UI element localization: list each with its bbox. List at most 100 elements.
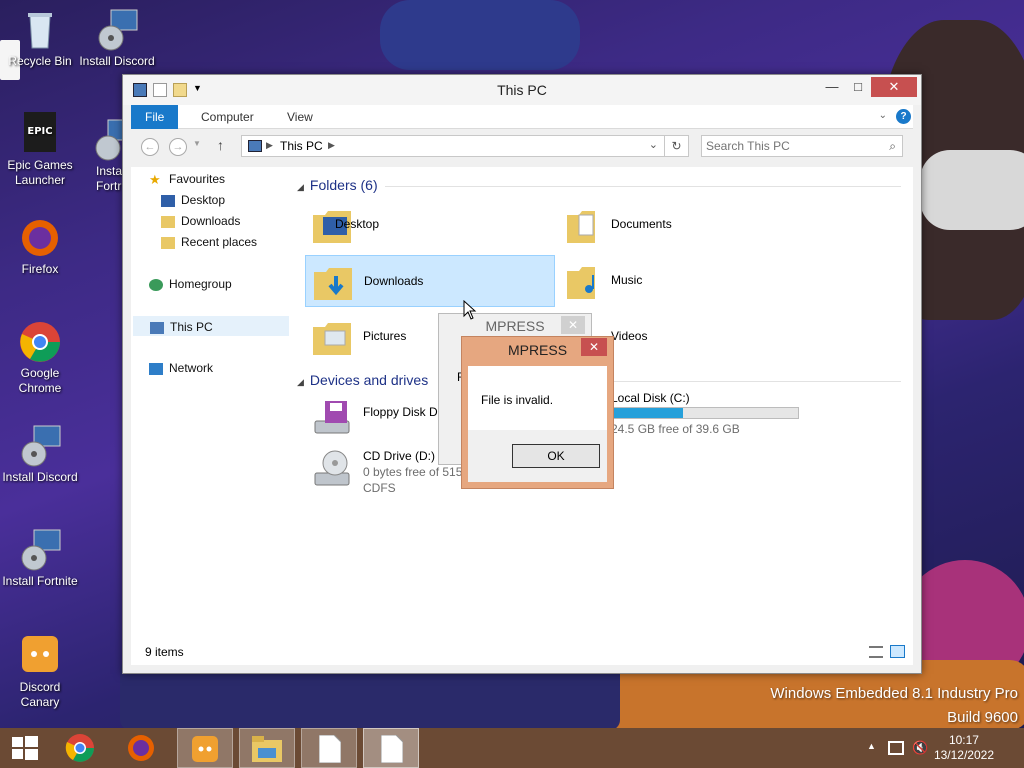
- dialog-body: File is invalid.: [468, 366, 607, 430]
- star-icon: ★: [149, 171, 161, 187]
- help-icon[interactable]: ?: [896, 109, 911, 124]
- nav-label: Downloads: [181, 214, 241, 228]
- address-text[interactable]: This PC: [280, 139, 323, 153]
- nav-label: Favourites: [169, 172, 226, 186]
- folder-label: Videos: [611, 329, 648, 343]
- desktop-icon-install-fortnite[interactable]: Install Fortnite: [0, 528, 80, 589]
- search-icon: ⌕: [889, 139, 896, 153]
- folder-label: Pictures: [363, 329, 407, 343]
- folder-label: Music: [611, 273, 643, 287]
- maximize-button[interactable]: □: [845, 77, 871, 97]
- nav-label: This PC: [170, 320, 213, 334]
- back-button[interactable]: ←: [141, 138, 159, 156]
- desktop-icon-chrome[interactable]: Google Chrome: [0, 320, 80, 396]
- group-header-devices[interactable]: ◢ Devices and drives: [297, 372, 428, 388]
- window-title: This PC: [497, 82, 547, 98]
- windows-logo-icon: [12, 736, 38, 760]
- address-dropdown-icon[interactable]: ⌄: [649, 138, 658, 151]
- collapse-icon: ◢: [297, 377, 304, 387]
- group-title: Devices and drives: [309, 372, 429, 388]
- desktop-icon-label: Epic Games Launcher: [7, 158, 73, 187]
- homegroup-icon: [149, 278, 163, 291]
- tray-overflow-icon[interactable]: ▲: [867, 741, 876, 751]
- os-watermark-line2: Build 9600: [947, 709, 1018, 726]
- group-title: Folders (6): [309, 177, 378, 193]
- desktop-icon-install-discord-2[interactable]: Install Discord: [0, 424, 80, 485]
- folder-desktop[interactable]: Desktop: [305, 199, 555, 251]
- nav-homegroup[interactable]: Homegroup: [149, 274, 232, 294]
- desktop-icon-label: Discord Canary: [19, 680, 61, 709]
- desktop-icon-discord-canary[interactable]: Discord Canary: [0, 634, 80, 710]
- installer-icon: [95, 8, 139, 52]
- desktop-icon: [161, 194, 175, 207]
- status-bar: 9 items: [131, 639, 913, 665]
- large-icons-view-icon[interactable]: [890, 645, 905, 658]
- window-titlebar[interactable]: ▼ This PC — □ ✕: [123, 75, 921, 105]
- drive-name: Local Disk (C:): [611, 391, 690, 405]
- nav-this-pc[interactable]: This PC: [133, 316, 289, 336]
- forward-button[interactable]: →: [169, 138, 187, 156]
- taskbar-clock[interactable]: 10:17 13/12/2022: [934, 733, 994, 763]
- group-header-folders[interactable]: ◢ Folders (6): [297, 177, 378, 193]
- nav-label: Recent places: [181, 235, 258, 249]
- folder-downloads[interactable]: Downloads: [305, 255, 555, 307]
- desktop-icon-label: Install Fortnite: [2, 574, 78, 588]
- taskbar-mpress-window[interactable]: [301, 728, 357, 768]
- start-button[interactable]: [0, 728, 56, 768]
- address-bar[interactable]: ▶ This PC ▶ ⌄: [241, 135, 665, 157]
- network-icon: [149, 362, 163, 375]
- computer-icon: [248, 140, 262, 152]
- taskbar-firefox[interactable]: [115, 728, 171, 768]
- folder-music[interactable]: Music: [559, 255, 809, 307]
- firefox-icon: [128, 735, 154, 761]
- drive-free-space: 0 bytes free of 515: [363, 465, 463, 479]
- nav-downloads[interactable]: Downloads: [161, 211, 240, 231]
- mpress-error-dialog[interactable]: MPRESS ✕ File is invalid. OK: [461, 336, 614, 489]
- minimize-button[interactable]: —: [819, 77, 845, 97]
- taskbar-file-explorer[interactable]: [239, 728, 295, 768]
- close-button[interactable]: ✕: [581, 338, 607, 356]
- up-button[interactable]: ↑: [217, 137, 224, 153]
- computer-icon: [150, 321, 164, 334]
- desktop-icon-firefox[interactable]: Firefox: [0, 216, 80, 277]
- tab-file[interactable]: File: [131, 105, 179, 129]
- firefox-icon: [18, 216, 62, 260]
- pictures-folder-icon: [313, 323, 351, 355]
- chevron-down-icon[interactable]: ⌄: [879, 110, 887, 121]
- group-divider: [385, 186, 901, 187]
- documents-folder-icon: [567, 211, 595, 243]
- refresh-button[interactable]: ↻: [665, 135, 689, 157]
- tab-computer[interactable]: Computer: [187, 105, 268, 129]
- nav-network[interactable]: Network: [149, 358, 213, 378]
- search-box[interactable]: ⌕: [701, 135, 903, 157]
- nav-favourites[interactable]: ★ Favourites: [149, 169, 225, 189]
- close-button[interactable]: ✕: [871, 77, 917, 97]
- desktop-icon-install-discord[interactable]: Install Discord: [77, 8, 157, 69]
- chrome-icon: [18, 320, 62, 364]
- desktop-icon-recycle-bin[interactable]: Recycle Bin: [0, 8, 80, 69]
- item-count: 9 items: [145, 645, 184, 659]
- drive-usage-fill: [612, 408, 683, 418]
- taskbar-mpress-dialog[interactable]: [363, 728, 419, 768]
- recent-locations-icon[interactable]: ▼: [193, 139, 201, 148]
- music-folder-icon: [567, 267, 595, 299]
- chevron-right-icon: ▶: [266, 140, 273, 150]
- nav-recent-places[interactable]: Recent places: [161, 232, 257, 252]
- search-input[interactable]: [706, 138, 876, 154]
- taskbar-discord[interactable]: [177, 728, 233, 768]
- tab-view[interactable]: View: [273, 105, 327, 129]
- close-button[interactable]: ✕: [561, 316, 585, 334]
- volume-muted-icon[interactable]: 🔇: [912, 740, 928, 756]
- desktop-icon-install-fortnite-partial[interactable]: Insta Fortr: [78, 118, 124, 194]
- folder-documents[interactable]: Documents: [559, 199, 809, 251]
- taskbar-chrome[interactable]: [54, 728, 110, 768]
- desktop-icon-epic-games[interactable]: EPIC Epic Games Launcher: [0, 112, 80, 188]
- network-tray-icon[interactable]: [888, 741, 904, 755]
- chevron-right-icon: ▶: [328, 140, 335, 150]
- nav-desktop[interactable]: Desktop: [161, 190, 225, 210]
- details-view-icon[interactable]: [869, 646, 883, 658]
- collapse-icon: ◢: [297, 182, 304, 192]
- blank-document-icon: [381, 735, 403, 763]
- folder-label: Documents: [611, 217, 672, 231]
- ok-button[interactable]: OK: [512, 444, 600, 468]
